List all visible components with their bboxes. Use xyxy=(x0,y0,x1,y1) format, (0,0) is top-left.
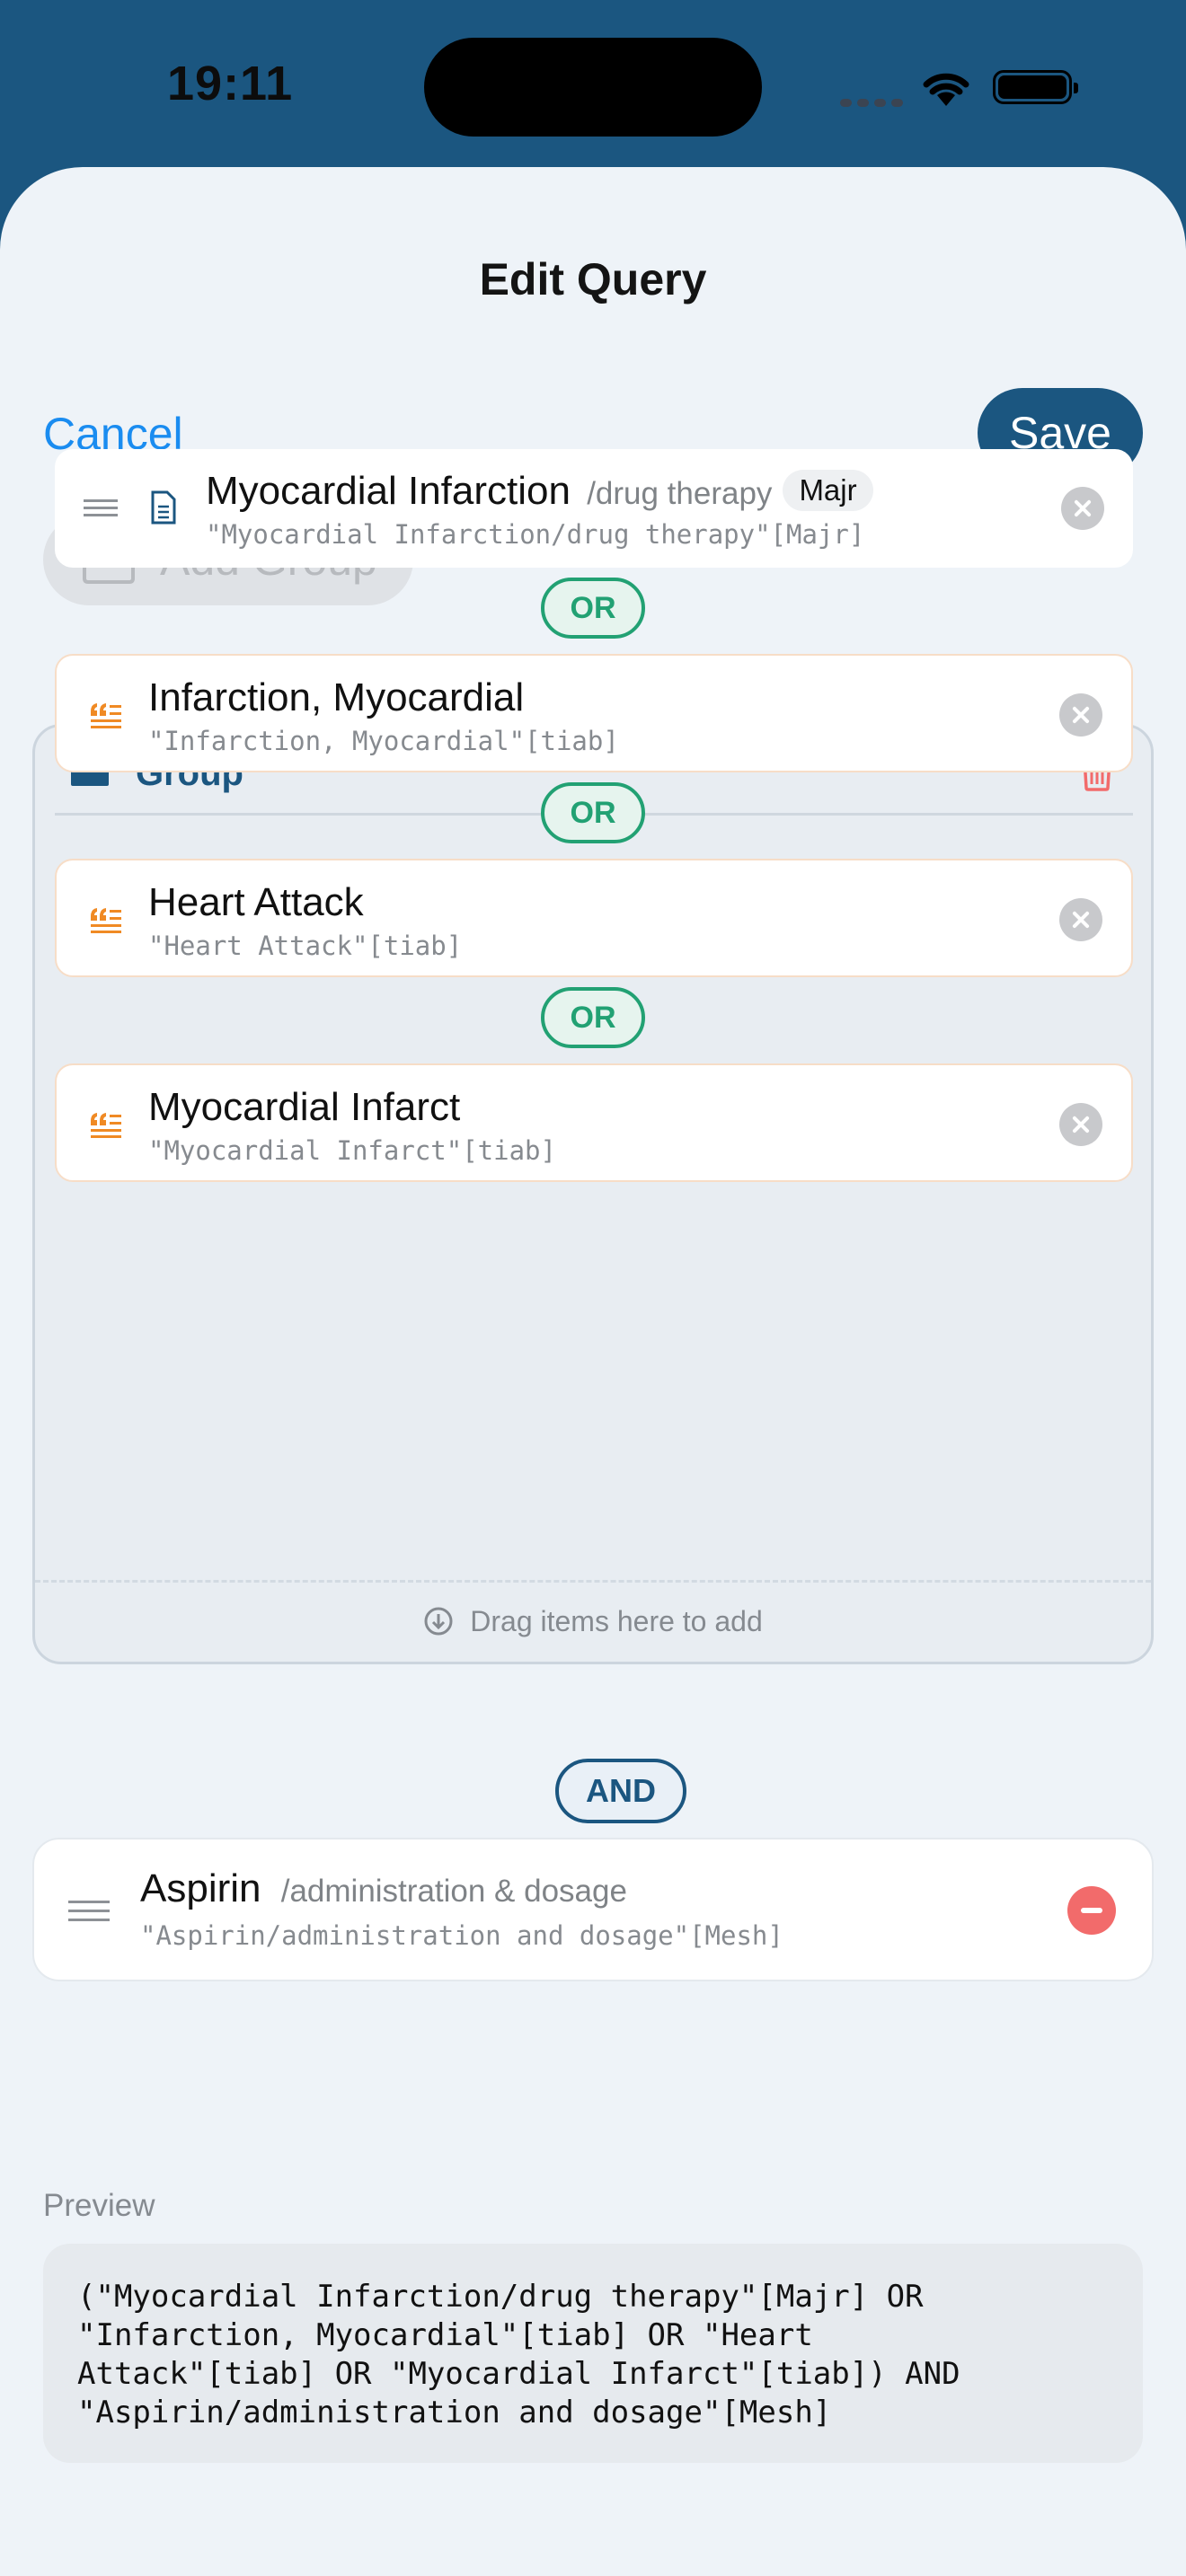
item-term-text: Myocardial Infarction xyxy=(206,469,571,513)
quote-list-icon xyxy=(91,703,121,728)
or-operator-toggle[interactable]: OR xyxy=(541,578,645,639)
quote-list-icon xyxy=(91,908,121,933)
major-topic-badge: Majr xyxy=(783,470,873,511)
remove-item-button[interactable] xyxy=(1059,693,1102,737)
query-item[interactable]: Heart Attack "Heart Attack"[tiab] xyxy=(55,859,1133,977)
drop-zone[interactable]: Drag items here to add xyxy=(35,1580,1151,1663)
or-operator-toggle[interactable]: OR xyxy=(541,987,645,1048)
preview-label: Preview xyxy=(43,2188,155,2223)
download-circle-icon xyxy=(424,1607,453,1636)
drop-hint: Drag items here to add xyxy=(470,1605,763,1637)
and-operator-toggle[interactable]: AND xyxy=(555,1759,686,1823)
dynamic-island xyxy=(424,38,762,137)
quote-list-icon xyxy=(91,1113,121,1138)
item-term: Myocardial Infarction /drug therapy Majr xyxy=(206,469,873,514)
query-item[interactable]: Myocardial Infarction /drug therapy Majr "… xyxy=(55,449,1133,568)
remove-item-button[interactable] xyxy=(1059,1103,1102,1146)
item-term: Heart Attack xyxy=(148,880,364,925)
item-term-text: Infarction, Myocardial xyxy=(148,675,525,719)
item-term-text: Myocardial Infarct xyxy=(148,1085,461,1129)
or-operator-toggle[interactable]: OR xyxy=(541,782,645,843)
status-bar: 19:11 xyxy=(0,0,1186,171)
page-title: Edit Query xyxy=(479,254,707,304)
wifi-icon xyxy=(923,73,969,106)
edit-query-sheet: Edit Query Cancel Save Add Group Group xyxy=(0,167,1186,2576)
item-query: "Aspirin/administration and dosage"[Mesh… xyxy=(140,1920,783,1951)
item-term: Aspirin /administration & dosage xyxy=(140,1866,627,1911)
item-query: "Heart Attack"[tiab] xyxy=(148,931,463,961)
remove-item-button[interactable] xyxy=(1059,898,1102,941)
item-term-text: Heart Attack xyxy=(148,880,364,924)
item-term: Infarction, Myocardial xyxy=(148,675,524,720)
cellular-signal-icon xyxy=(840,95,908,111)
item-term-text: Aspirin xyxy=(140,1866,261,1910)
drag-handle-icon[interactable] xyxy=(68,1901,110,1922)
item-query: "Infarction, Myocardial"[tiab] xyxy=(148,726,619,756)
remove-button[interactable] xyxy=(1067,1886,1116,1935)
item-subheading: /drug therapy xyxy=(587,476,773,511)
item-term: Myocardial Infarct xyxy=(148,1085,460,1130)
item-subheading: /administration & dosage xyxy=(280,1874,627,1909)
query-group: Group Myocardial Infarction /drug therap… xyxy=(32,449,1154,1664)
query-item[interactable]: Myocardial Infarct "Myocardial Infarct"[t… xyxy=(55,1063,1133,1182)
document-icon xyxy=(151,490,176,525)
drag-handle-icon[interactable] xyxy=(84,499,118,517)
item-query: "Myocardial Infarction/drug therapy"[Maj… xyxy=(206,519,865,550)
item-query: "Myocardial Infarct"[tiab] xyxy=(148,1135,556,1166)
query-item-aspirin[interactable]: Aspirin /administration & dosage "Aspiri… xyxy=(32,1838,1154,1981)
remove-item-button[interactable] xyxy=(1061,487,1104,530)
query-item[interactable]: Infarction, Myocardial "Infarction, Myoca… xyxy=(55,654,1133,772)
battery-icon xyxy=(993,70,1078,104)
status-time: 19:11 xyxy=(167,57,294,110)
preview-text: ("Myocardial Infarction/drug therapy"[Ma… xyxy=(43,2244,1143,2463)
